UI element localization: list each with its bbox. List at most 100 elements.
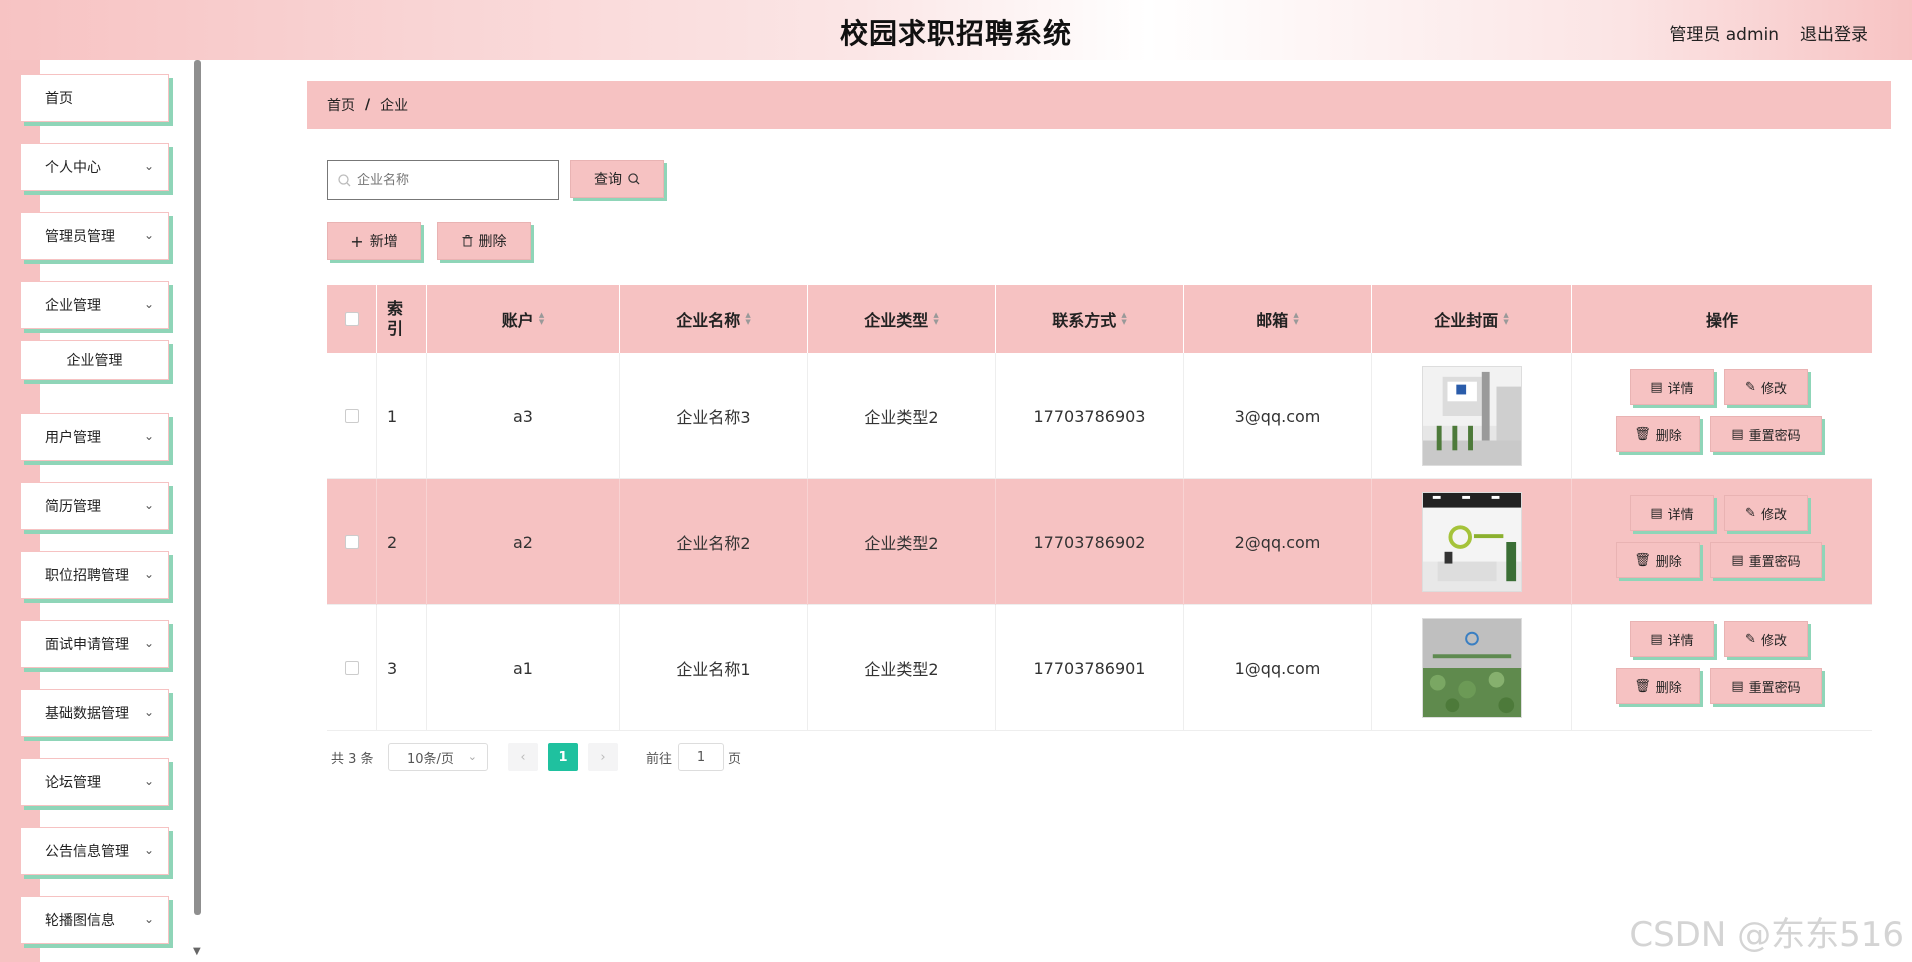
- col-phone[interactable]: 联系方式 ▲ ▼: [996, 285, 1184, 353]
- cell-email: 3@qq.com: [1184, 353, 1372, 479]
- row-checkbox[interactable]: [344, 661, 359, 675]
- detail-button[interactable]: ▤ 详情: [1630, 495, 1714, 531]
- app-title: 校园求职招聘系统: [839, 17, 1072, 50]
- add-button[interactable]: + 新增: [327, 222, 421, 260]
- cell-cover: [1372, 353, 1572, 479]
- sort-icon[interactable]: ▲ ▼: [933, 312, 938, 326]
- document-icon: ▤: [1650, 379, 1663, 395]
- row-select-cell: [327, 353, 377, 479]
- document-icon: ▤: [1731, 552, 1744, 568]
- breadcrumb-home[interactable]: 首页: [327, 95, 355, 115]
- col-email[interactable]: 邮箱 ▲ ▼: [1184, 285, 1372, 353]
- trash-icon: [462, 235, 472, 247]
- col-email-label: 邮箱: [1256, 311, 1289, 330]
- sort-icon[interactable]: ▲ ▼: [1503, 312, 1508, 326]
- sidebar-item-resume[interactable]: 简历管理 ⌄: [20, 482, 169, 530]
- page-jump-input[interactable]: [678, 743, 724, 771]
- pagination-goto-label: 前往: [646, 752, 673, 767]
- sidebar-item-carousel[interactable]: 轮播图信息 ⌄: [20, 896, 169, 944]
- delete-button[interactable]: 🗑 删除: [1616, 416, 1700, 452]
- search-input[interactable]: [357, 172, 547, 188]
- row-checkbox[interactable]: [344, 535, 359, 549]
- detail-label: 详情: [1667, 507, 1694, 523]
- edit-button[interactable]: ✎ 修改: [1724, 369, 1808, 405]
- sidebar-subitem-company[interactable]: 企业管理: [20, 340, 169, 380]
- cell-index: 2: [377, 479, 427, 605]
- delete-button[interactable]: 🗑 删除: [1616, 542, 1700, 578]
- page-size-select[interactable]: 10条/页 ⌄: [388, 743, 488, 771]
- chevron-down-icon: ⌄: [143, 705, 154, 719]
- col-name[interactable]: 企业名称 ▲ ▼: [620, 285, 808, 353]
- next-page-button[interactable]: ›: [588, 743, 618, 771]
- company-cover-image[interactable]: [1421, 492, 1522, 592]
- select-all-cell: [327, 285, 377, 353]
- sidebar-scrollbar-thumb[interactable]: [194, 60, 201, 915]
- reset-password-button[interactable]: ▤ 重置密码: [1710, 542, 1822, 578]
- reset-password-button[interactable]: ▤ 重置密码: [1710, 668, 1822, 704]
- edit-button[interactable]: ✎ 修改: [1724, 495, 1808, 531]
- sort-icon[interactable]: ▲ ▼: [745, 312, 750, 326]
- col-cover[interactable]: 企业封面 ▲ ▼: [1372, 285, 1572, 353]
- sidebar-item-interview[interactable]: 面试申请管理 ⌄: [20, 620, 169, 668]
- sort-icon[interactable]: ▲ ▼: [539, 312, 544, 326]
- chevron-down-icon: ⌄: [467, 750, 477, 763]
- sidebar-item-forum[interactable]: 论坛管理 ⌄: [20, 758, 169, 806]
- sidebar-item-basedata[interactable]: 基础数据管理 ⌄: [20, 689, 169, 737]
- detail-button[interactable]: ▤ 详情: [1630, 369, 1714, 405]
- sidebar-item-home[interactable]: 首页: [20, 74, 169, 122]
- reset-password-label: 重置密码: [1748, 680, 1801, 696]
- sidebar-item-users[interactable]: 用户管理 ⌄: [20, 413, 169, 461]
- chevron-down-icon: ⌄: [143, 228, 154, 242]
- row-checkbox[interactable]: [344, 409, 359, 423]
- cell-name: 企业名称2: [620, 479, 808, 605]
- table-row: 3 a1 企业名称1 企业类型2 17703786901 1@qq.com ▤ 详…: [327, 605, 1872, 731]
- cell-email: 2@qq.com: [1184, 479, 1372, 605]
- breadcrumb-separator: /: [365, 97, 371, 113]
- detail-label: 详情: [1667, 633, 1694, 649]
- reset-password-label: 重置密码: [1748, 428, 1801, 444]
- edit-label: 修改: [1760, 381, 1787, 397]
- edit-icon: ✎: [1745, 631, 1756, 647]
- document-icon: ▤: [1731, 678, 1744, 694]
- plus-icon: +: [350, 231, 364, 251]
- sidebar-item-profile[interactable]: 个人中心 ⌄: [20, 143, 169, 191]
- sidebar-item-jobs[interactable]: 职位招聘管理 ⌄: [20, 551, 169, 599]
- scroll-down-icon[interactable]: ▼: [193, 946, 201, 957]
- company-cover-image[interactable]: [1421, 618, 1522, 718]
- search-field[interactable]: [327, 160, 559, 200]
- logout-link[interactable]: 退出登录: [1800, 20, 1868, 45]
- delete-label: 删除: [1655, 680, 1682, 696]
- reset-password-button[interactable]: ▤ 重置密码: [1710, 416, 1822, 452]
- sidebar: 首页 个人中心 ⌄ 管理员管理 ⌄ 企业管理 ⌄ 企业管理 用户管理 ⌄ 简历管…: [0, 60, 201, 962]
- company-cover-image[interactable]: [1421, 366, 1522, 466]
- document-icon: ▤: [1731, 426, 1744, 442]
- edit-button[interactable]: ✎ 修改: [1724, 621, 1808, 657]
- chevron-down-icon: ⌄: [143, 498, 154, 512]
- col-account[interactable]: 账户 ▲ ▼: [427, 285, 620, 353]
- edit-icon: ✎: [1745, 505, 1756, 521]
- cell-phone: 17703786901: [996, 605, 1184, 731]
- page-number-current[interactable]: 1: [548, 743, 578, 771]
- cell-cover: [1372, 605, 1572, 731]
- batch-delete-button[interactable]: 删除: [437, 222, 531, 260]
- reset-password-label: 重置密码: [1748, 554, 1801, 570]
- chevron-down-icon: ⌄: [143, 636, 154, 650]
- search-icon: [338, 173, 351, 186]
- detail-button[interactable]: ▤ 详情: [1630, 621, 1714, 657]
- sort-icon[interactable]: ▲ ▼: [1293, 312, 1298, 326]
- chevron-down-icon: ⌄: [143, 843, 154, 857]
- cell-account: a3: [427, 353, 620, 479]
- sidebar-item-admin[interactable]: 管理员管理 ⌄: [20, 212, 169, 260]
- prev-page-button[interactable]: ‹: [508, 743, 538, 771]
- col-type[interactable]: 企业类型 ▲ ▼: [808, 285, 996, 353]
- breadcrumb: 首页 / 企业: [307, 81, 1891, 129]
- cell-name: 企业名称1: [620, 605, 808, 731]
- add-button-label: 新增: [369, 234, 398, 250]
- sort-icon[interactable]: ▲ ▼: [1121, 312, 1126, 326]
- sidebar-item-label: 首页: [45, 91, 73, 107]
- delete-button[interactable]: 🗑 删除: [1616, 668, 1700, 704]
- sidebar-item-notice[interactable]: 公告信息管理 ⌄: [20, 827, 169, 875]
- sidebar-item-company[interactable]: 企业管理 ⌄: [20, 281, 169, 329]
- search-button[interactable]: 查询: [570, 160, 664, 198]
- select-all-checkbox[interactable]: [344, 312, 359, 326]
